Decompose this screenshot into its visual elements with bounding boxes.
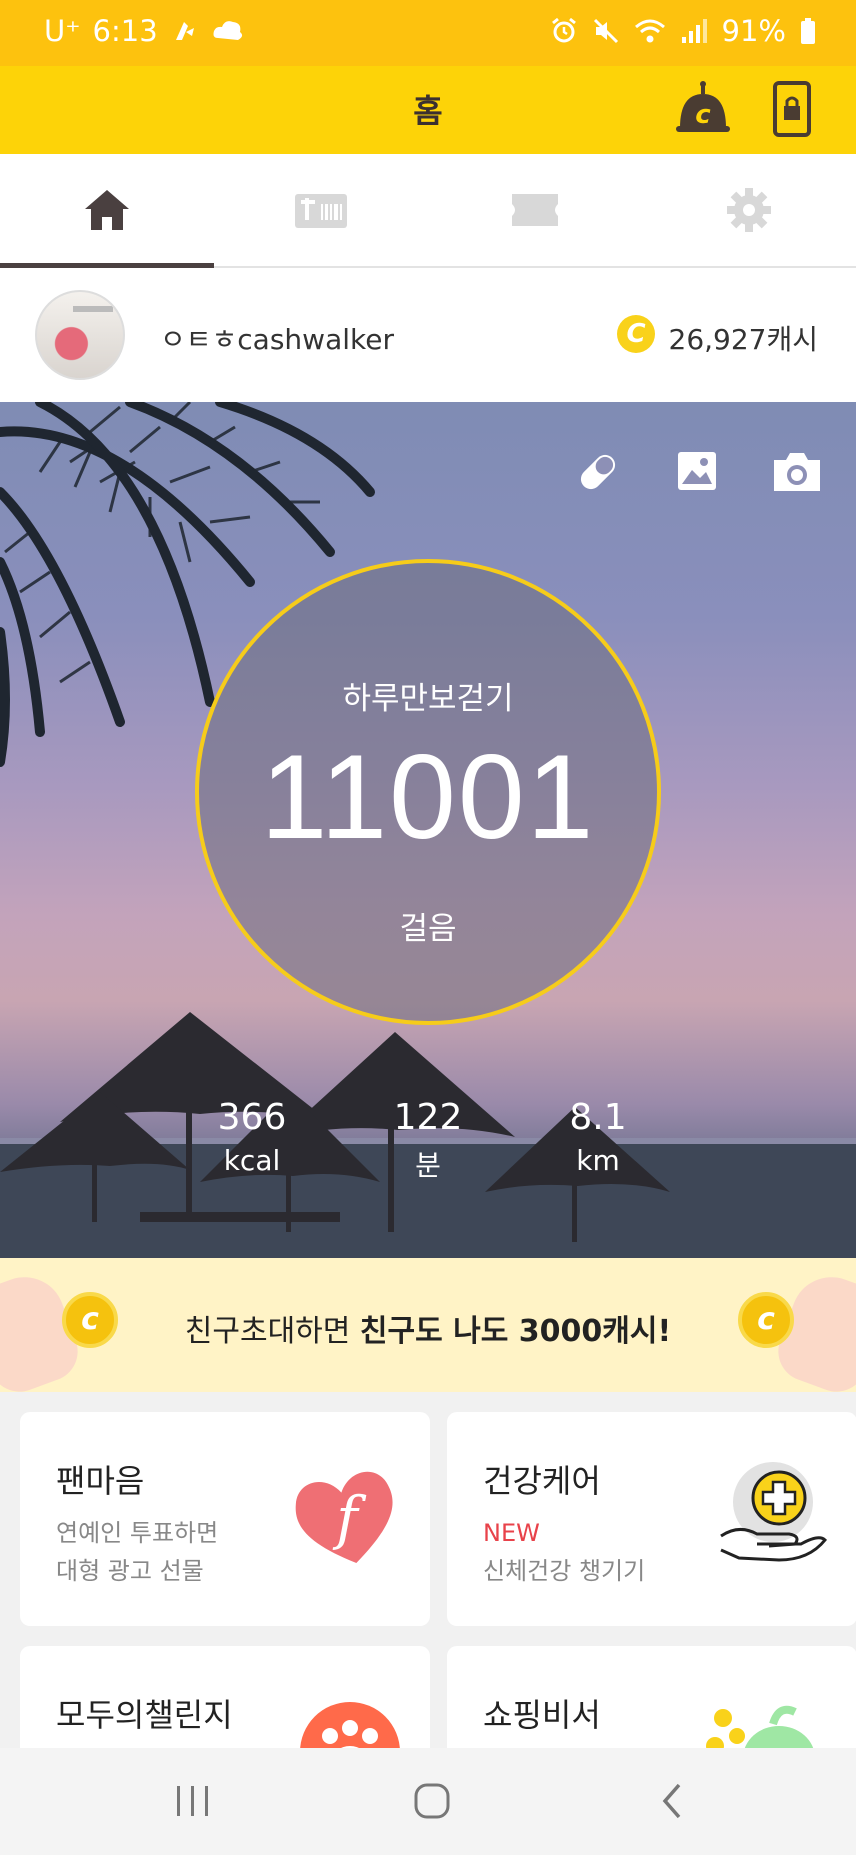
status-bar: U⁺ 6:13 91% [0, 0, 856, 66]
minutes-stat: 122 분 [358, 1097, 498, 1184]
card-title: 쇼핑비서 [483, 1696, 601, 1734]
step-counter-panel: 하루만보걷기 11001 걸음 366 kcal 122 분 8.1 km [0, 402, 856, 1258]
invite-text-highlight: 친구도 나도 3000캐시! [359, 1314, 672, 1349]
card-title: 팬마음 [56, 1462, 145, 1500]
step-goal-ring[interactable]: 하루만보걷기 11001 걸음 [195, 559, 661, 1025]
coin-icon: C [617, 315, 655, 353]
step-unit: 걸음 [399, 911, 457, 947]
back-button[interactable] [642, 1776, 702, 1826]
card-subtitle: 연예인 투표하면 대형 광고 선물 [56, 1514, 218, 1590]
calories-value: 366 [217, 1097, 287, 1138]
carrier-label: U⁺ [44, 14, 81, 48]
card-subtitle-line2: 대형 광고 선물 [56, 1557, 204, 1585]
pill-icon[interactable] [576, 450, 620, 494]
time-label: 6:13 [92, 14, 158, 48]
battery-icon [801, 18, 815, 44]
invite-friends-banner[interactable]: c c 친구초대하면 친구도 나도 3000캐시! [0, 1258, 856, 1401]
camera-icon[interactable] [770, 450, 824, 494]
tab-coupon[interactable] [428, 154, 642, 266]
distance-unit: km [576, 1144, 620, 1177]
cloud-icon [213, 21, 242, 40]
tab-shop[interactable] [214, 154, 428, 266]
username: ㅇㅌㅎcashwalker [160, 323, 394, 356]
card-title: 모두의챌린지 [56, 1696, 233, 1734]
tab-settings[interactable] [642, 154, 856, 266]
health-care-card[interactable]: 건강케어 NEW 신체건강 챙기기 [447, 1412, 856, 1626]
home-button[interactable] [402, 1776, 462, 1826]
card-subtitle-line2: 신체건강 챙기기 [483, 1557, 646, 1585]
invite-banner-text: 친구초대하면 친구도 나도 3000캐시! [0, 1306, 856, 1350]
battery-percent: 91% [721, 14, 786, 48]
tab-home[interactable] [0, 154, 214, 266]
minutes-unit: 분 [415, 1149, 441, 1182]
app-bar: 홈 c [0, 66, 856, 154]
lock-screen-icon[interactable] [772, 80, 812, 138]
home-icon [85, 190, 129, 230]
recent-apps-icon [177, 1786, 208, 1816]
home-circle-icon [414, 1783, 450, 1819]
new-badge: NEW [483, 1519, 540, 1547]
alarm-icon [551, 17, 576, 43]
invite-text-prefix: 친구초대하면 [184, 1314, 360, 1349]
ticket-icon [512, 194, 558, 226]
distance-value: 8.1 [569, 1097, 627, 1138]
tab-bar [0, 154, 856, 268]
wifi-icon [634, 19, 665, 43]
store-icon [295, 194, 347, 228]
minutes-value: 122 [393, 1097, 463, 1138]
calories-stat: 366 kcal [182, 1097, 322, 1177]
step-count: 11001 [260, 730, 596, 864]
gallery-icon[interactable] [676, 450, 718, 492]
card-subtitle-line1: 연예인 투표하면 [56, 1519, 219, 1547]
heart-f-icon: f [295, 1471, 393, 1564]
back-icon [662, 1783, 681, 1819]
screen: U⁺ 6:13 91% 홈 c ㅇㅌㅎcashwalker C 26,927캐시… [0, 0, 856, 1855]
cash-balance[interactable]: 26,927캐시 [669, 318, 819, 358]
recent-apps-button[interactable] [163, 1776, 223, 1826]
card-subtitle: NEW 신체건강 챙기기 [483, 1514, 645, 1590]
goal-label: 하루만보걷기 [342, 681, 514, 717]
gear-icon [727, 188, 771, 232]
distance-stat: 8.1 km [528, 1097, 668, 1177]
cashwalker-character-icon[interactable]: c [674, 80, 732, 138]
mute-icon [593, 18, 618, 44]
fan-maeum-card[interactable]: 팬마음 연예인 투표하면 대형 광고 선물 f [20, 1412, 430, 1626]
card-title: 건강케어 [483, 1462, 601, 1500]
signal-icon [681, 19, 707, 43]
notification-icon [175, 22, 194, 40]
avatar[interactable] [35, 290, 125, 380]
calories-unit: kcal [223, 1144, 281, 1177]
system-nav-bar [0, 1748, 856, 1855]
health-cross-hand-icon [720, 1462, 828, 1562]
svg-text:c: c [695, 100, 711, 130]
profile-row[interactable]: ㅇㅌㅎcashwalker C 26,927캐시 [0, 268, 856, 402]
